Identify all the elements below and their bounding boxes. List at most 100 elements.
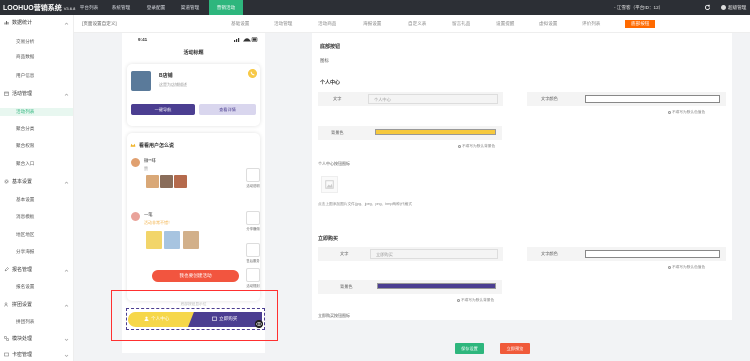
tab-reminder[interactable]: 设置提醒 — [496, 15, 514, 33]
chevron-up-icon[interactable] — [64, 21, 69, 26]
tab-poster[interactable]: 海报设置 — [363, 15, 381, 33]
user-icon — [144, 316, 149, 321]
tab-custom-form[interactable]: 自定义表 — [408, 15, 426, 33]
personal-text-color-input[interactable] — [585, 95, 720, 103]
sidebar-item-region[interactable]: 地区地区 — [16, 231, 34, 239]
personal-bg-color-swatch[interactable] — [375, 129, 496, 135]
sidebar-item-signup-settings[interactable]: 报名设置 — [16, 283, 34, 291]
personal-section-title: 个人中心 — [320, 80, 341, 86]
tab-virtual[interactable]: 虚拟设置 — [539, 15, 557, 33]
navigate-button[interactable]: 一键导航 — [131, 104, 195, 115]
sidebar-group-signup[interactable]: 报名管理 — [4, 266, 32, 274]
panel-title: 底部按钮 — [320, 44, 341, 50]
top-bar: LOOHUO营销系统 V3.6.8 平台列表 系统管理 登录配置 渠道管理 营销活… — [0, 0, 750, 15]
preview-button[interactable]: 立即预览 — [500, 343, 530, 354]
chevron-down-icon[interactable] — [64, 353, 69, 358]
review-image — [183, 231, 199, 249]
hint-text: 不填写为默认色值色 — [668, 265, 705, 270]
personal-bg-label: 背景色 — [331, 130, 344, 135]
sidebar-item-message-template[interactable]: 消息模板 — [16, 213, 34, 221]
sidebar-item-share-poster[interactable]: 分享海报 — [16, 248, 34, 256]
status-time: 9:41 — [138, 37, 148, 42]
sidebar-item-basic-settings[interactable]: 基本设置 — [16, 196, 34, 204]
rules-badge[interactable] — [246, 268, 260, 282]
phone-icon[interactable] — [248, 69, 257, 78]
image-upload[interactable] — [321, 176, 338, 193]
chevron-up-icon[interactable] — [64, 92, 69, 97]
buy-bg-color-swatch[interactable] — [377, 283, 496, 289]
service-badge[interactable] — [246, 243, 260, 257]
tab-bottom-buttons[interactable]: 底部按钮 — [625, 20, 656, 28]
sidebar-group-stats[interactable]: 数据统计 — [4, 19, 32, 27]
shop-logo — [131, 71, 151, 91]
create-activity-button[interactable]: 我也要创建活动 — [152, 270, 239, 282]
tab-goods[interactable]: 活动商品 — [318, 15, 336, 33]
avatar — [131, 158, 140, 167]
buy-text-color-input[interactable] — [585, 250, 720, 258]
chevron-up-icon[interactable] — [64, 180, 69, 185]
sidebar-group-basic[interactable]: 基本设置 — [4, 178, 32, 186]
review-text: 赞 — [144, 166, 148, 171]
tab-manage[interactable]: 活动管理 — [274, 15, 292, 33]
tab-gifts[interactable]: 留言礼品 — [452, 15, 470, 33]
personal-text-input[interactable]: 个人中心 — [368, 94, 498, 104]
tab-page-custom[interactable]: [页面设置自定义] — [82, 15, 117, 33]
review-image — [164, 231, 180, 249]
badge-caption: 活动说明 — [246, 184, 260, 188]
review-text: 活动非常不错！ — [144, 220, 172, 225]
badge-caption: 售后服务 — [246, 259, 260, 263]
eye-icon[interactable] — [255, 320, 263, 328]
merchant-label[interactable]: - 江雪客（平台ID：12） — [614, 0, 663, 15]
page-title: 活动标题 — [183, 50, 204, 56]
sidebar-item-activity-list[interactable]: 活动列表 — [0, 108, 73, 116]
shop-description: 这是为店铺描述 — [159, 82, 187, 87]
buy-text-label: 文字 — [340, 251, 349, 256]
review-image — [146, 175, 159, 188]
topnav-channel[interactable]: 渠道管理 — [176, 0, 204, 15]
detail-button[interactable]: 查看详情 — [199, 104, 256, 115]
hint-text: 不填写为默认背景色 — [457, 298, 494, 303]
review-name: 微**啡 — [144, 158, 156, 163]
shop-card: B店铺 这是为店铺描述 一键导航 查看详情 — [127, 64, 260, 126]
share-badge[interactable] — [246, 211, 260, 225]
chart-icon — [4, 21, 9, 25]
sidebar-item-trade[interactable]: 交易分析 — [16, 38, 34, 46]
sidebar-item-agg-category[interactable]: 聚合分类 — [16, 125, 34, 133]
buy-section-title: 立即购买 — [318, 236, 339, 242]
sidebar-group-module[interactable]: 模块处理 — [4, 335, 32, 343]
tab-reviews[interactable]: 评价列表 — [582, 15, 600, 33]
sidebar-item-users[interactable]: 用户信息 — [16, 72, 34, 80]
sidebar-item-agg-entry[interactable]: 聚合入口 — [16, 160, 34, 168]
topnav-marketing[interactable]: 营销活动 — [209, 0, 243, 15]
sidebar-group-activity[interactable]: 活动管理 — [4, 90, 32, 98]
review-image — [146, 231, 162, 249]
info-icon — [668, 110, 671, 114]
sidebar-item-group-list[interactable]: 拼团列表 — [16, 318, 34, 326]
info-icon — [668, 265, 671, 269]
topnav-platform-list[interactable]: 平台列表 — [75, 0, 103, 15]
app-brand[interactable]: LOOHUO营销系统 V3.6.8 — [3, 3, 75, 13]
topnav-system[interactable]: 系统管理 — [107, 0, 135, 15]
chevron-up-icon[interactable] — [64, 303, 69, 308]
sidebar-item-goods[interactable]: 商品数据 — [16, 53, 34, 61]
save-button[interactable]: 保存设置 — [455, 343, 484, 354]
sidebar-group-card[interactable]: 卡密管理 — [4, 351, 32, 359]
sidebar-group-group-buy[interactable]: 拼团设置 — [4, 301, 32, 309]
chevron-down-icon[interactable] — [64, 337, 69, 342]
hint-text: 不填写为默认背景色 — [458, 144, 495, 149]
activity-info-badge[interactable] — [246, 168, 260, 182]
users-icon — [4, 302, 8, 307]
topnav-login-config[interactable]: 登录配置 — [142, 0, 170, 15]
settings-tabs: [页面设置自定义] 基础设置 活动管理 活动商品 海报设置 自定义表 留言礼品 … — [74, 15, 750, 33]
sidebar-item-agg-permission[interactable]: 聚合权限 — [16, 142, 34, 150]
image-icon — [325, 180, 334, 189]
buy-text-input[interactable]: 立即购买 — [370, 249, 498, 259]
icon-section-label: 图标 — [320, 58, 329, 63]
personal-icon-label: 个人中心按钮图标 — [318, 161, 350, 166]
personal-text-color-label: 文字颜色 — [541, 96, 558, 101]
account-menu[interactable]: 超级管理 — [721, 0, 746, 15]
chevron-up-icon[interactable] — [64, 268, 69, 273]
refresh-icon[interactable] — [704, 4, 711, 11]
shop-name: B店铺 — [159, 73, 173, 79]
tab-basic[interactable]: 基础设置 — [231, 15, 249, 33]
